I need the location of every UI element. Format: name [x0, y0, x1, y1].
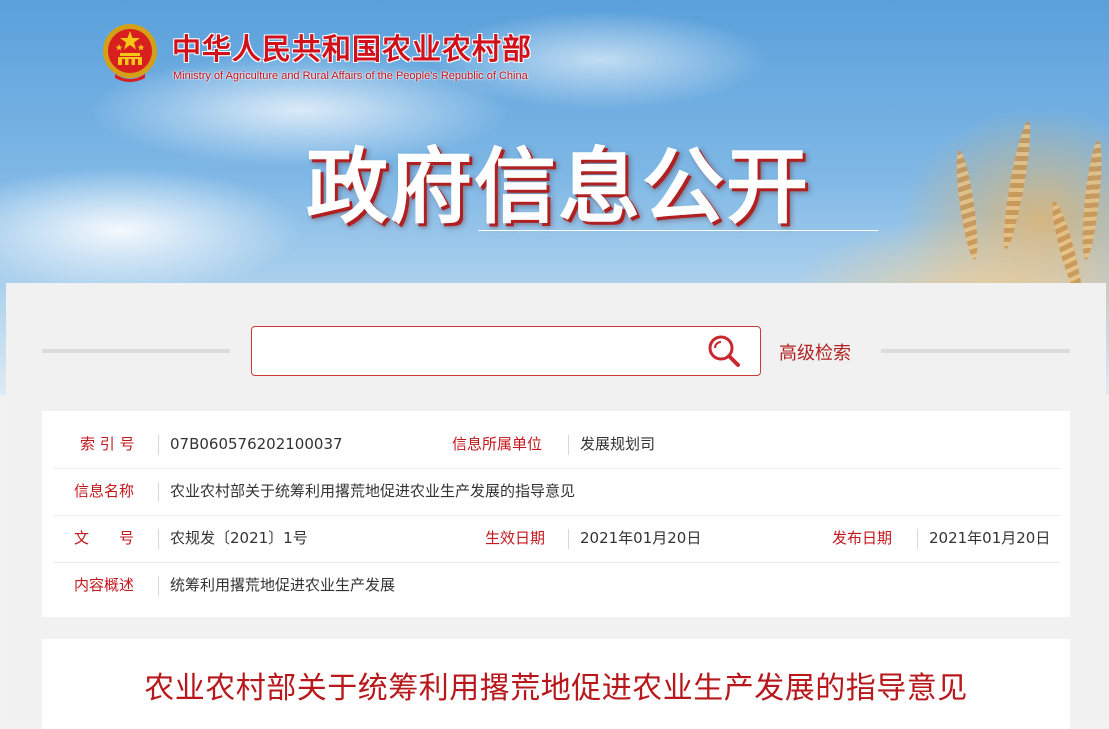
- divider: [568, 529, 569, 549]
- index-label: 索 引 号: [80, 435, 135, 453]
- search-icon[interactable]: [706, 333, 742, 369]
- search-input[interactable]: [262, 335, 696, 369]
- divider: [158, 435, 159, 455]
- search-box: [251, 326, 761, 376]
- name-value: 农业农村部关于统筹利用撂荒地促进农业生产发展的指导意见: [170, 482, 576, 500]
- info-row-docno: 文 号 农规发〔2021〕1号 生效日期 2021年01月20日 发布日期 20…: [54, 515, 1060, 563]
- title-divider: [478, 230, 878, 231]
- divider: [568, 435, 569, 455]
- unit-label: 信息所属单位: [452, 435, 543, 453]
- advanced-search-link[interactable]: 高级检索: [779, 339, 851, 365]
- divider: [917, 529, 918, 549]
- name-label: 信息名称: [74, 482, 135, 500]
- index-value: 07B060576202100037: [170, 435, 343, 453]
- wheat-decoration: [998, 119, 1036, 251]
- site-subtitle: Ministry of Agriculture and Rural Affair…: [173, 70, 528, 82]
- wheat-decoration: [952, 149, 982, 261]
- info-row-name: 信息名称 农业农村部关于统筹利用撂荒地促进农业生产发展的指导意见: [54, 468, 1060, 516]
- divider: [158, 482, 159, 502]
- info-row-index: 索 引 号 07B060576202100037 信息所属单位 发展规划司: [54, 421, 1060, 469]
- effective-date-value: 2021年01月20日: [580, 529, 702, 547]
- divider: [158, 529, 159, 549]
- document-card: 农业农村部关于统筹利用撂荒地促进农业生产发展的指导意见: [42, 639, 1070, 729]
- info-table: 索 引 号 07B060576202100037 信息所属单位 发展规划司 信息…: [42, 411, 1070, 617]
- search-divider-right: [881, 349, 1070, 353]
- divider: [158, 576, 159, 596]
- site-title: 中华人民共和国农业农村部: [172, 32, 533, 66]
- effective-date-label: 生效日期: [485, 529, 546, 547]
- wheat-decoration: [1078, 139, 1106, 261]
- docno-label: 文 号: [74, 529, 135, 547]
- unit-value: 发展规划司: [580, 435, 656, 453]
- docno-value: 农规发〔2021〕1号: [170, 529, 308, 547]
- national-emblem-icon: [103, 24, 157, 82]
- summary-label: 内容概述: [74, 576, 135, 594]
- info-row-summary: 内容概述 统筹利用撂荒地促进农业生产发展: [54, 562, 1060, 609]
- section-title: 政府信息公开: [306, 140, 811, 235]
- search-divider-left: [42, 349, 230, 353]
- document-title: 农业农村部关于统筹利用撂荒地促进农业生产发展的指导意见: [144, 671, 968, 706]
- publish-date-label: 发布日期: [832, 529, 893, 547]
- summary-value: 统筹利用撂荒地促进农业生产发展: [170, 576, 396, 594]
- publish-date-value: 2021年01月20日: [929, 529, 1051, 547]
